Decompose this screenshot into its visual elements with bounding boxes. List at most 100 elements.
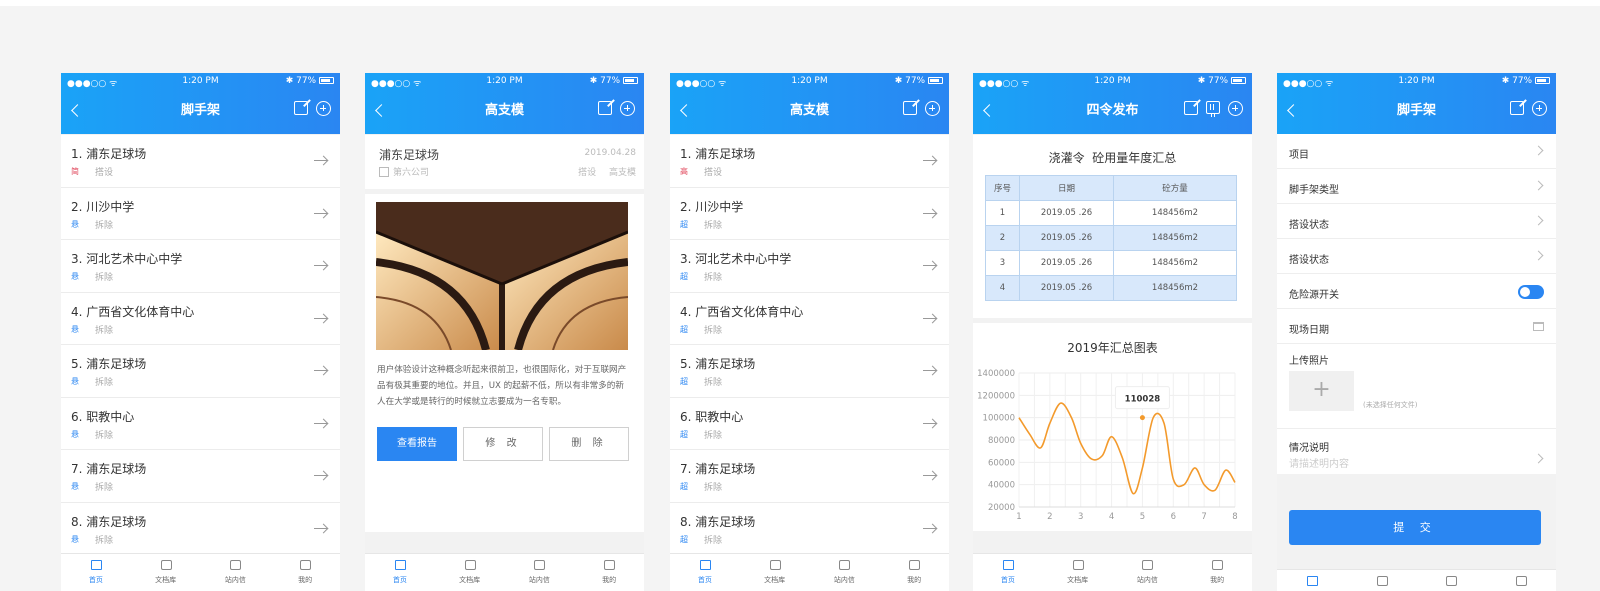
arrow-right-icon[interactable] (314, 419, 328, 429)
add-icon[interactable] (1532, 101, 1547, 116)
arrow-right-icon[interactable] (314, 366, 328, 376)
list-item[interactable]: 6. 职教中心悬 拆除 (61, 397, 340, 450)
chevron-right-icon (1533, 250, 1544, 261)
tab-home[interactable]: 首页 (61, 554, 131, 591)
explain-section[interactable]: 情况说明 请描述明内容 (1277, 429, 1556, 474)
battery-text: 77% (600, 76, 621, 86)
list-item[interactable]: 1. 浦东足球场简 搭设 (61, 135, 340, 188)
battery-indicator: ✱ 77% (1198, 76, 1246, 86)
cell: 148456m2 (1113, 200, 1237, 226)
arrow-right-icon[interactable] (314, 314, 328, 324)
arrow-right-icon[interactable] (923, 314, 937, 324)
explain-input[interactable]: 请描述明内容 (1289, 455, 1349, 470)
list-item[interactable]: 2. 川沙中学超 拆除 (670, 187, 949, 240)
item-title: 8. 浦东足球场 (71, 514, 147, 529)
view-report-button[interactable]: 查看报告 (377, 427, 457, 461)
list-item[interactable]: 8. 浦东足球场超 拆除 (670, 502, 949, 555)
form-row-project[interactable]: 项目 (1277, 134, 1556, 169)
edit-icon[interactable] (1510, 101, 1524, 115)
add-icon[interactable] (1228, 101, 1243, 116)
list-item[interactable]: 3. 河北艺术中心中学悬 拆除 (61, 240, 340, 293)
edit-icon[interactable] (294, 101, 308, 115)
edit-icon[interactable] (903, 101, 917, 115)
company-row: 第六公司 (379, 165, 429, 178)
arrow-right-icon[interactable] (314, 524, 328, 534)
arrow-right-icon[interactable] (923, 419, 937, 429)
tab-messages[interactable]: 站内信 (201, 554, 271, 591)
list-item[interactable]: 7. 浦东足球场悬 拆除 (61, 450, 340, 503)
tab-messages[interactable]: 站内信 (1113, 554, 1183, 591)
arrow-right-icon[interactable] (923, 209, 937, 219)
edit-icon[interactable] (1184, 101, 1198, 115)
arrow-right-icon[interactable] (923, 524, 937, 534)
arrow-right-icon[interactable] (923, 366, 937, 376)
list-item[interactable]: 2. 川沙中学悬 拆除 (61, 187, 340, 240)
submit-button[interactable]: 提 交 (1289, 510, 1541, 545)
list-item[interactable]: 5. 浦东足球场悬 拆除 (61, 345, 340, 398)
tab-docs[interactable]: 文档库 (740, 554, 810, 591)
header: ●●●○○ ᯤ 1:20 PM ✱ 77% 脚手架 (1277, 73, 1556, 134)
building-icon (379, 167, 389, 177)
edit-button[interactable]: 修 改 (463, 427, 543, 461)
tab-mine[interactable]: 我的 (574, 554, 644, 591)
edit-icon[interactable] (598, 101, 612, 115)
user-icon (300, 560, 312, 570)
delete-button[interactable]: 删 除 (549, 427, 629, 461)
arrow-right-icon[interactable] (314, 156, 328, 166)
cell: 148456m2 (1113, 250, 1237, 276)
project-date: 2019.04.28 (584, 148, 636, 158)
list-item[interactable]: 8. 浦东足球场悬 拆除 (61, 502, 340, 555)
list-item[interactable]: 6. 职教中心超 拆除 (670, 397, 949, 450)
battery-icon (1231, 77, 1246, 84)
upload-photo-button[interactable]: + (1289, 371, 1354, 411)
arrow-right-icon[interactable] (314, 261, 328, 271)
tab-home[interactable]: 首页 (365, 554, 435, 591)
list-item[interactable]: 1. 浦东足球场高 搭设 (670, 135, 949, 188)
tab-mine[interactable]: 我的 (270, 554, 340, 591)
item-status: 搭设 (704, 168, 723, 178)
description-text: 用户体验设计这种概念听起来很前卫，也很国际化，对于互联网产品有极其重要的地位。并… (377, 365, 627, 407)
tab-messages[interactable]: 站内信 (505, 554, 575, 591)
tab-home[interactable]: 首页 (1277, 570, 1347, 591)
header: ●●●○○ ᯤ 1:20 PM ✱ 77% 四令发布 (973, 73, 1252, 134)
calendar-icon[interactable] (1533, 322, 1544, 331)
form-row-status-2[interactable]: 搭设状态 (1277, 239, 1556, 274)
arrow-right-icon[interactable] (314, 209, 328, 219)
form-row-scaffold-type[interactable]: 脚手架类型 (1277, 169, 1556, 204)
tab-label: 文档库 (764, 576, 786, 584)
form-row-status[interactable]: 搭设状态 (1277, 204, 1556, 239)
add-icon[interactable] (620, 101, 635, 116)
battery-indicator: ✱ 77% (590, 76, 638, 86)
list-item[interactable]: 5. 浦东足球场超 拆除 (670, 345, 949, 398)
list-item[interactable]: 3. 河北艺术中心中学超 拆除 (670, 240, 949, 293)
list-item[interactable]: 4. 广西省文化体育中心超 拆除 (670, 292, 949, 345)
add-icon[interactable] (316, 101, 331, 116)
add-icon[interactable] (925, 101, 940, 116)
arrow-right-icon[interactable] (923, 156, 937, 166)
tab-docs[interactable]: 文档库 (131, 554, 201, 591)
message-icon (1142, 560, 1154, 570)
hazard-toggle[interactable] (1518, 285, 1544, 299)
tab-messages[interactable]: 站内信 (1417, 570, 1487, 591)
tab-home[interactable]: 首页 (973, 554, 1043, 591)
form-row-date[interactable]: 现场日期 (1277, 309, 1556, 344)
battery-text: 77% (905, 76, 926, 86)
arrow-right-icon[interactable] (314, 471, 328, 481)
tab-docs[interactable]: 文档库 (1043, 554, 1113, 591)
tab-mine[interactable]: 我的 (1486, 570, 1556, 591)
list-item[interactable]: 7. 浦东足球场超 拆除 (670, 450, 949, 503)
arrow-right-icon[interactable] (923, 471, 937, 481)
tab-docs[interactable]: 文档库 (1347, 570, 1417, 591)
tab-docs[interactable]: 文档库 (435, 554, 505, 591)
tab-mine[interactable]: 我的 (879, 554, 949, 591)
project-summary[interactable]: 浦东足球场 2019.04.28 第六公司 搭设 高支模 (365, 135, 644, 189)
tab-label: 站内信 (1136, 576, 1158, 584)
tab-mine[interactable]: 我的 (1182, 554, 1252, 591)
field-label: 脚手架类型 (1289, 185, 1339, 196)
board-icon[interactable] (1206, 101, 1220, 117)
tab-messages[interactable]: 站内信 (810, 554, 880, 591)
tab-home[interactable]: 首页 (670, 554, 740, 591)
arrow-right-icon[interactable] (923, 261, 937, 271)
upload-section: 上传照片 + (未选择任何文件) (1277, 344, 1556, 429)
list-item[interactable]: 4. 广西省文化体育中心悬 拆除 (61, 292, 340, 345)
